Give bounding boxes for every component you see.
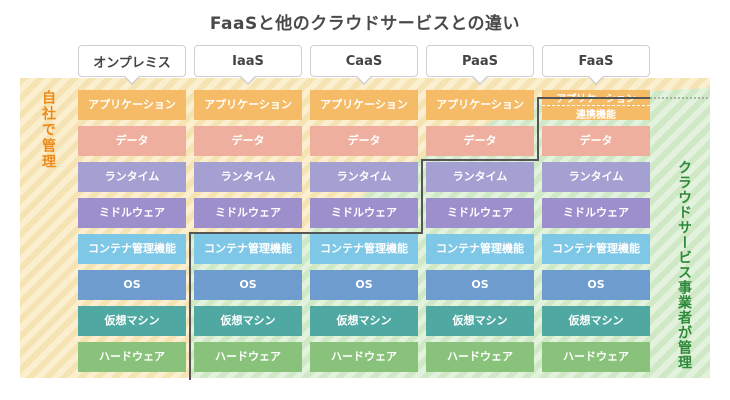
- responsibility-boundary-line: [189, 97, 710, 380]
